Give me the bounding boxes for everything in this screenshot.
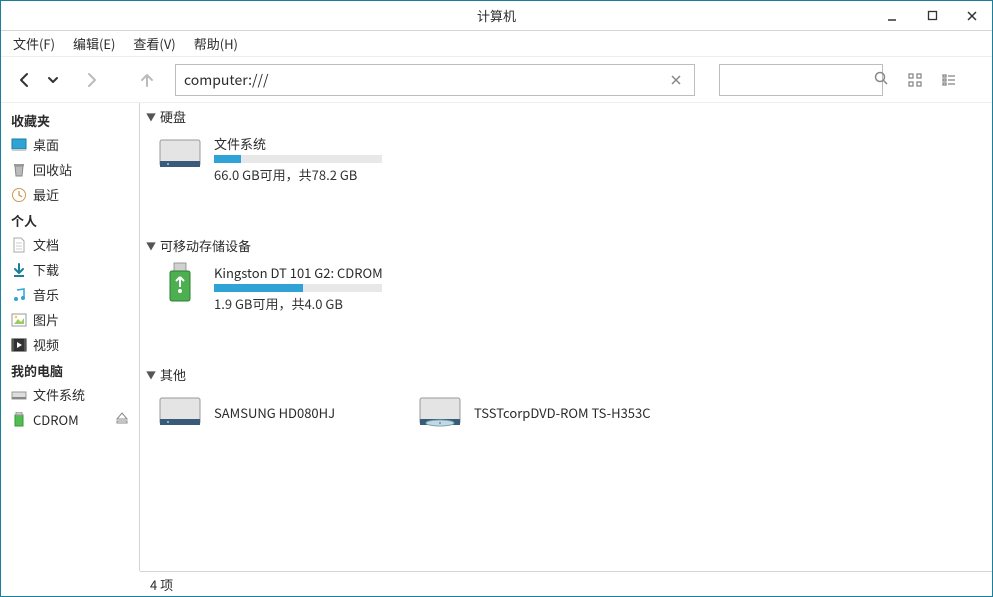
sidebar-item-music[interactable]: 音乐 — [1, 282, 139, 307]
sidebar-item-cdrom[interactable]: CDROM — [1, 407, 139, 432]
documents-icon — [11, 237, 27, 253]
sidebar-item-label: 视频 — [33, 335, 59, 354]
usage-bar — [214, 155, 382, 163]
drive-item-samsung[interactable]: SAMSUNG HD080HJ — [148, 388, 408, 436]
usb-drive-icon — [156, 263, 204, 303]
sidebar-item-label: 图片 — [33, 310, 59, 329]
sidebar-item-label: 文档 — [33, 235, 59, 254]
toolbar — [1, 57, 992, 103]
sidebar-item-filesystem[interactable]: 文件系统 — [1, 382, 139, 407]
sidebar-item-recent[interactable]: 最近 — [1, 182, 139, 207]
search-icon — [873, 70, 889, 90]
history-dropdown-button[interactable] — [41, 68, 65, 92]
usage-fill — [214, 284, 303, 292]
menu-edit[interactable]: 编辑(E) — [69, 32, 119, 55]
chevron-down-icon: ▼ — [146, 238, 156, 253]
sidebar-section-favorites: 收藏夹 — [1, 107, 139, 132]
list-view-button[interactable] — [939, 70, 959, 90]
trash-icon — [11, 162, 27, 178]
statusbar: 4 项 — [140, 571, 992, 596]
music-icon — [11, 287, 27, 303]
item-name: Kingston DT 101 G2: CDROM — [214, 263, 383, 282]
sidebar-item-label: 文件系统 — [33, 385, 85, 404]
body: 收藏夹 桌面 回收站 最近 个人 文档 下载 — [1, 103, 992, 571]
item-sub: 66.0 GB可用，共78.2 GB — [214, 165, 382, 184]
download-icon — [11, 262, 27, 278]
drive-item-tsstcorp[interactable]: TSSTcorpDVD-ROM TS-H353C — [408, 388, 668, 436]
pictures-icon — [11, 312, 27, 328]
sidebar-item-label: 最近 — [33, 185, 59, 204]
close-button[interactable] — [952, 1, 992, 30]
section-hdd[interactable]: ▼ 硬盘 — [140, 103, 992, 130]
sidebar-item-label: 音乐 — [33, 285, 59, 304]
icon-view-button[interactable] — [905, 70, 925, 90]
location-bar[interactable] — [175, 64, 695, 96]
menu-file[interactable]: 文件(F) — [9, 32, 59, 55]
section-title: 其他 — [160, 365, 186, 384]
sidebar-item-label: CDROM — [33, 410, 79, 429]
drive-icon — [11, 387, 27, 403]
sidebar-item-label: 下载 — [33, 260, 59, 279]
sidebar-item-trash[interactable]: 回收站 — [1, 157, 139, 182]
sidebar-item-pictures[interactable]: 图片 — [1, 307, 139, 332]
minimize-button[interactable] — [872, 1, 912, 30]
sidebar-item-documents[interactable]: 文档 — [1, 232, 139, 257]
usage-fill — [214, 155, 241, 163]
sidebar-item-downloads[interactable]: 下载 — [1, 257, 139, 282]
status-text: 4 项 — [150, 575, 173, 594]
sidebar-section-personal: 个人 — [1, 207, 139, 232]
section-title: 硬盘 — [160, 107, 186, 126]
eject-icon[interactable] — [115, 410, 129, 429]
sidebar-item-label: 桌面 — [33, 135, 59, 154]
view-switcher — [905, 70, 959, 90]
recent-icon — [11, 187, 27, 203]
forward-button[interactable] — [79, 68, 103, 92]
desktop-icon — [11, 137, 27, 153]
item-name: SAMSUNG HD080HJ — [214, 403, 335, 422]
content-area: ▼ 硬盘 文件系统 66.0 GB可用，共78.2 GB ▼ — [140, 103, 992, 571]
item-sub: 1.9 GB可用，共4.0 GB — [214, 294, 383, 313]
chevron-down-icon: ▼ — [146, 109, 156, 124]
sidebar-item-label: 回收站 — [33, 160, 72, 179]
sidebar: 收藏夹 桌面 回收站 最近 个人 文档 下载 — [1, 103, 140, 571]
sidebar-section-computer: 我的电脑 — [1, 357, 139, 382]
maximize-button[interactable] — [912, 1, 952, 30]
item-name: 文件系统 — [214, 134, 382, 153]
menubar: 文件(F) 编辑(E) 查看(V) 帮助(H) — [1, 31, 992, 57]
section-other[interactable]: ▼ 其他 — [140, 361, 992, 388]
usage-bar — [214, 284, 382, 292]
drive-item-filesystem[interactable]: 文件系统 66.0 GB可用，共78.2 GB — [148, 130, 408, 188]
menu-help[interactable]: 帮助(H) — [190, 32, 242, 55]
item-name: TSSTcorpDVD-ROM TS-H353C — [474, 403, 651, 422]
drive-item-kingston[interactable]: Kingston DT 101 G2: CDROM 1.9 GB可用，共4.0 … — [148, 259, 408, 317]
clear-location-button[interactable] — [666, 70, 686, 90]
section-removable[interactable]: ▼ 可移动存储设备 — [140, 232, 992, 259]
menu-view[interactable]: 查看(V) — [129, 32, 179, 55]
window: 计算机 文件(F) 编辑(E) 查看(V) 帮助(H) — [0, 0, 993, 597]
optical-drive-icon — [416, 392, 464, 432]
back-button[interactable] — [13, 68, 37, 92]
window-controls — [872, 1, 992, 30]
videos-icon — [11, 337, 27, 353]
usb-icon — [11, 412, 27, 428]
harddrive-icon — [156, 134, 204, 174]
harddrive-icon — [156, 392, 204, 432]
location-input[interactable] — [184, 70, 666, 90]
sidebar-item-desktop[interactable]: 桌面 — [1, 132, 139, 157]
chevron-down-icon: ▼ — [146, 367, 156, 382]
window-title: 计算机 — [477, 6, 516, 25]
search-input[interactable] — [728, 70, 873, 89]
section-title: 可移动存储设备 — [160, 236, 251, 255]
up-button[interactable] — [135, 68, 159, 92]
search-box[interactable] — [719, 64, 883, 96]
titlebar: 计算机 — [1, 1, 992, 31]
sidebar-item-videos[interactable]: 视频 — [1, 332, 139, 357]
